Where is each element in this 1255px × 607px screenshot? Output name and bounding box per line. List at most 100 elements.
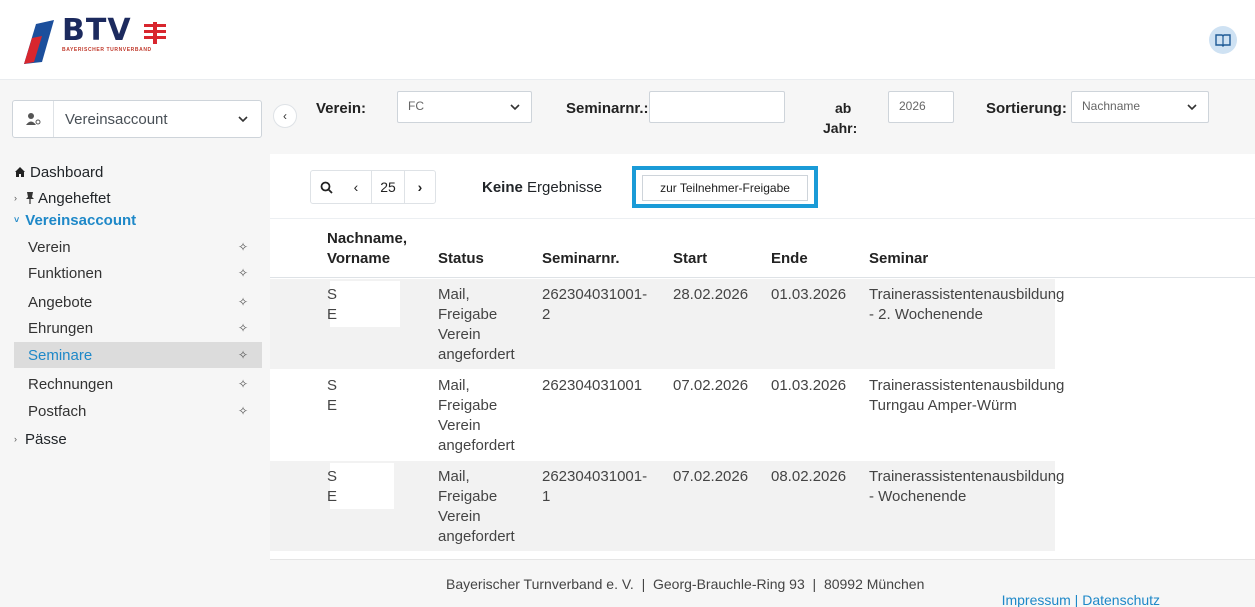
sidebar-item-label: Funktionen bbox=[28, 264, 103, 282]
cell-ende: 01.03.2026 bbox=[771, 377, 847, 394]
logo-mark-icon bbox=[144, 22, 166, 44]
logo-text: BTV bbox=[62, 13, 132, 48]
highlight-frame: zur Teilnehmer-Freigabe bbox=[632, 166, 818, 208]
home-icon bbox=[15, 167, 25, 177]
sidebar-item-verein[interactable]: Verein ✧ bbox=[14, 234, 262, 260]
redacted-name bbox=[330, 463, 394, 509]
sidebar-item-funktionen[interactable]: Funktionen ✧ bbox=[14, 260, 262, 286]
cell-seminarnr: 262304031001- 2 bbox=[542, 285, 647, 325]
verein-select[interactable]: FC bbox=[397, 91, 532, 123]
cell-name: S E bbox=[327, 285, 337, 325]
ab-jahr-label: ab bbox=[835, 100, 851, 116]
table-row[interactable]: S E Mail, Freigabe Verein angefordert 26… bbox=[270, 370, 1064, 460]
status-line: Mail, bbox=[438, 286, 470, 303]
account-select[interactable]: Vereinsaccount bbox=[12, 100, 262, 138]
sidebar-item-rechnungen[interactable]: Rechnungen ✧ bbox=[14, 371, 262, 397]
header-name-line1: Nachname, bbox=[327, 230, 408, 247]
sidebar-item-label: Vereinsaccount bbox=[25, 211, 137, 229]
seminarnr-label: Seminarnr.: bbox=[566, 100, 649, 117]
seminar-line: Trainerassistentenausbildung bbox=[869, 377, 1065, 394]
footer-address: Bayerischer Turnverband e. V. | Georg-Br… bbox=[446, 576, 925, 592]
sidebar-item-vereinsaccount[interactable]: ˅ Vereinsaccount bbox=[14, 207, 136, 233]
ab-jahr-input[interactable]: 2026 bbox=[888, 91, 954, 123]
pin-icon[interactable]: ✧ bbox=[238, 240, 248, 254]
status-line: Verein bbox=[438, 326, 481, 343]
prev-page-button[interactable]: ‹ bbox=[341, 171, 371, 203]
pin-icon[interactable]: ✧ bbox=[238, 266, 248, 280]
help-button[interactable] bbox=[1209, 26, 1237, 54]
pin-icon[interactable]: ✧ bbox=[238, 295, 248, 309]
seminar-line: Trainerassistentenausbildung bbox=[869, 286, 1065, 303]
btv-logo[interactable]: BTV BAYERISCHER TURNVERBAND bbox=[20, 14, 220, 70]
cell-start: 07.02.2026 bbox=[673, 468, 749, 485]
status-line: Mail, bbox=[438, 468, 470, 485]
sidebar-item-label: Seminare bbox=[28, 346, 93, 364]
sidebar-item-angebote[interactable]: Angebote ✧ bbox=[14, 289, 262, 315]
chevron-right-icon: › bbox=[417, 179, 423, 195]
status-line: angefordert bbox=[438, 346, 515, 363]
sidebar-item-postfach[interactable]: Postfach ✧ bbox=[14, 398, 262, 424]
sidebar-item-label: Angeheftet bbox=[38, 189, 111, 207]
cell-name: S E bbox=[327, 467, 337, 507]
header-seminar[interactable]: Seminar bbox=[869, 249, 928, 269]
sidebar-item-dashboard[interactable]: Dashboard bbox=[14, 159, 103, 185]
seminarnr-line: 262304031001- bbox=[542, 468, 648, 485]
pin-icon[interactable]: ✧ bbox=[238, 321, 248, 335]
chevron-down-icon bbox=[510, 104, 520, 111]
pin-icon[interactable]: ✧ bbox=[238, 348, 248, 362]
results-count: Keine Ergebnisse bbox=[482, 179, 602, 196]
sortierung-select[interactable]: Nachname bbox=[1071, 91, 1209, 123]
search-button[interactable] bbox=[311, 171, 341, 203]
status-line: angefordert bbox=[438, 528, 515, 545]
cell-nachname: S bbox=[327, 377, 338, 394]
verein-label: Verein: bbox=[316, 100, 367, 117]
table-row[interactable]: S E Mail, Freigabe Verein angefordert 26… bbox=[270, 279, 1064, 369]
collapse-sidebar-button[interactable]: ‹ bbox=[273, 104, 297, 128]
teilnehmer-freigabe-button[interactable]: zur Teilnehmer-Freigabe bbox=[642, 175, 808, 201]
user-icon bbox=[26, 113, 41, 125]
header-status[interactable]: Status bbox=[438, 249, 484, 269]
seminarnr-input[interactable] bbox=[649, 91, 785, 123]
page-size[interactable]: 25 bbox=[371, 171, 405, 203]
footer: Bayerischer Turnverband e. V. | Georg-Br… bbox=[270, 559, 1255, 607]
status-line: Freigabe bbox=[438, 397, 498, 414]
cell-seminar: Trainerassistentenausbildung Turngau Amp… bbox=[869, 376, 1064, 416]
impressum-link[interactable]: Impressum bbox=[1002, 592, 1071, 607]
footer-link-separator: | bbox=[1070, 592, 1083, 607]
pin-icon[interactable]: ✧ bbox=[238, 404, 248, 418]
table-row[interactable]: S E Mail, Freigabe Verein angefordert 26… bbox=[270, 461, 1064, 551]
cell-nachname: S bbox=[327, 468, 338, 485]
seminar-line: - 2. Wochenende bbox=[869, 306, 983, 323]
datenschutz-link[interactable]: Datenschutz bbox=[1082, 592, 1160, 607]
header-name[interactable]: Nachname, Vorname bbox=[327, 229, 407, 269]
cell-seminarnr: 262304031001 bbox=[542, 376, 642, 396]
status-line: angefordert bbox=[438, 437, 515, 454]
seminarnr-line: 262304031001- bbox=[542, 286, 648, 303]
pin-icon[interactable]: ✧ bbox=[238, 377, 248, 391]
sidebar-item-ehrungen[interactable]: Ehrungen ✧ bbox=[14, 315, 262, 341]
footer-links: Impressum | Datenschutz bbox=[986, 576, 1160, 607]
sidebar-item-seminare[interactable]: Seminare ✧ bbox=[14, 342, 262, 368]
cell-status: Mail, Freigabe Verein angefordert bbox=[438, 467, 515, 547]
chevron-left-icon: ‹ bbox=[283, 109, 287, 123]
filter-bar: Verein: FC Seminarnr.: ab Jahr: 2026 Sor… bbox=[270, 80, 1255, 154]
chevron-down-icon bbox=[1187, 104, 1197, 111]
main-content: ‹ 25 › Keine Ergebnisse zur Teilnehmer-F… bbox=[270, 154, 1255, 559]
cell-seminarnr: 262304031001- 1 bbox=[542, 467, 647, 507]
chevron-left-icon: ‹ bbox=[353, 179, 359, 195]
results-count-text: Ergebnisse bbox=[522, 179, 603, 196]
results-count-bold: Keine bbox=[482, 179, 523, 196]
ab-jahr-label-line1: ab bbox=[835, 100, 852, 116]
ab-jahr-input-value: 2026 bbox=[899, 99, 926, 113]
status-line: Verein bbox=[438, 508, 481, 525]
sidebar-item-paesse[interactable]: › Pässe bbox=[14, 426, 67, 452]
book-icon bbox=[1215, 34, 1231, 47]
chevron-down-icon bbox=[238, 116, 248, 123]
header-start[interactable]: Start bbox=[673, 249, 707, 269]
ab-jahr-label-line2: Jahr: bbox=[823, 120, 858, 136]
header-ende[interactable]: Ende bbox=[771, 249, 808, 269]
header-seminarnr[interactable]: Seminarnr. bbox=[542, 249, 620, 269]
next-page-button[interactable]: › bbox=[405, 171, 435, 203]
cell-ende: 01.03.2026 bbox=[771, 286, 847, 303]
seminar-line: Turngau Amper-Würm bbox=[869, 397, 1017, 414]
